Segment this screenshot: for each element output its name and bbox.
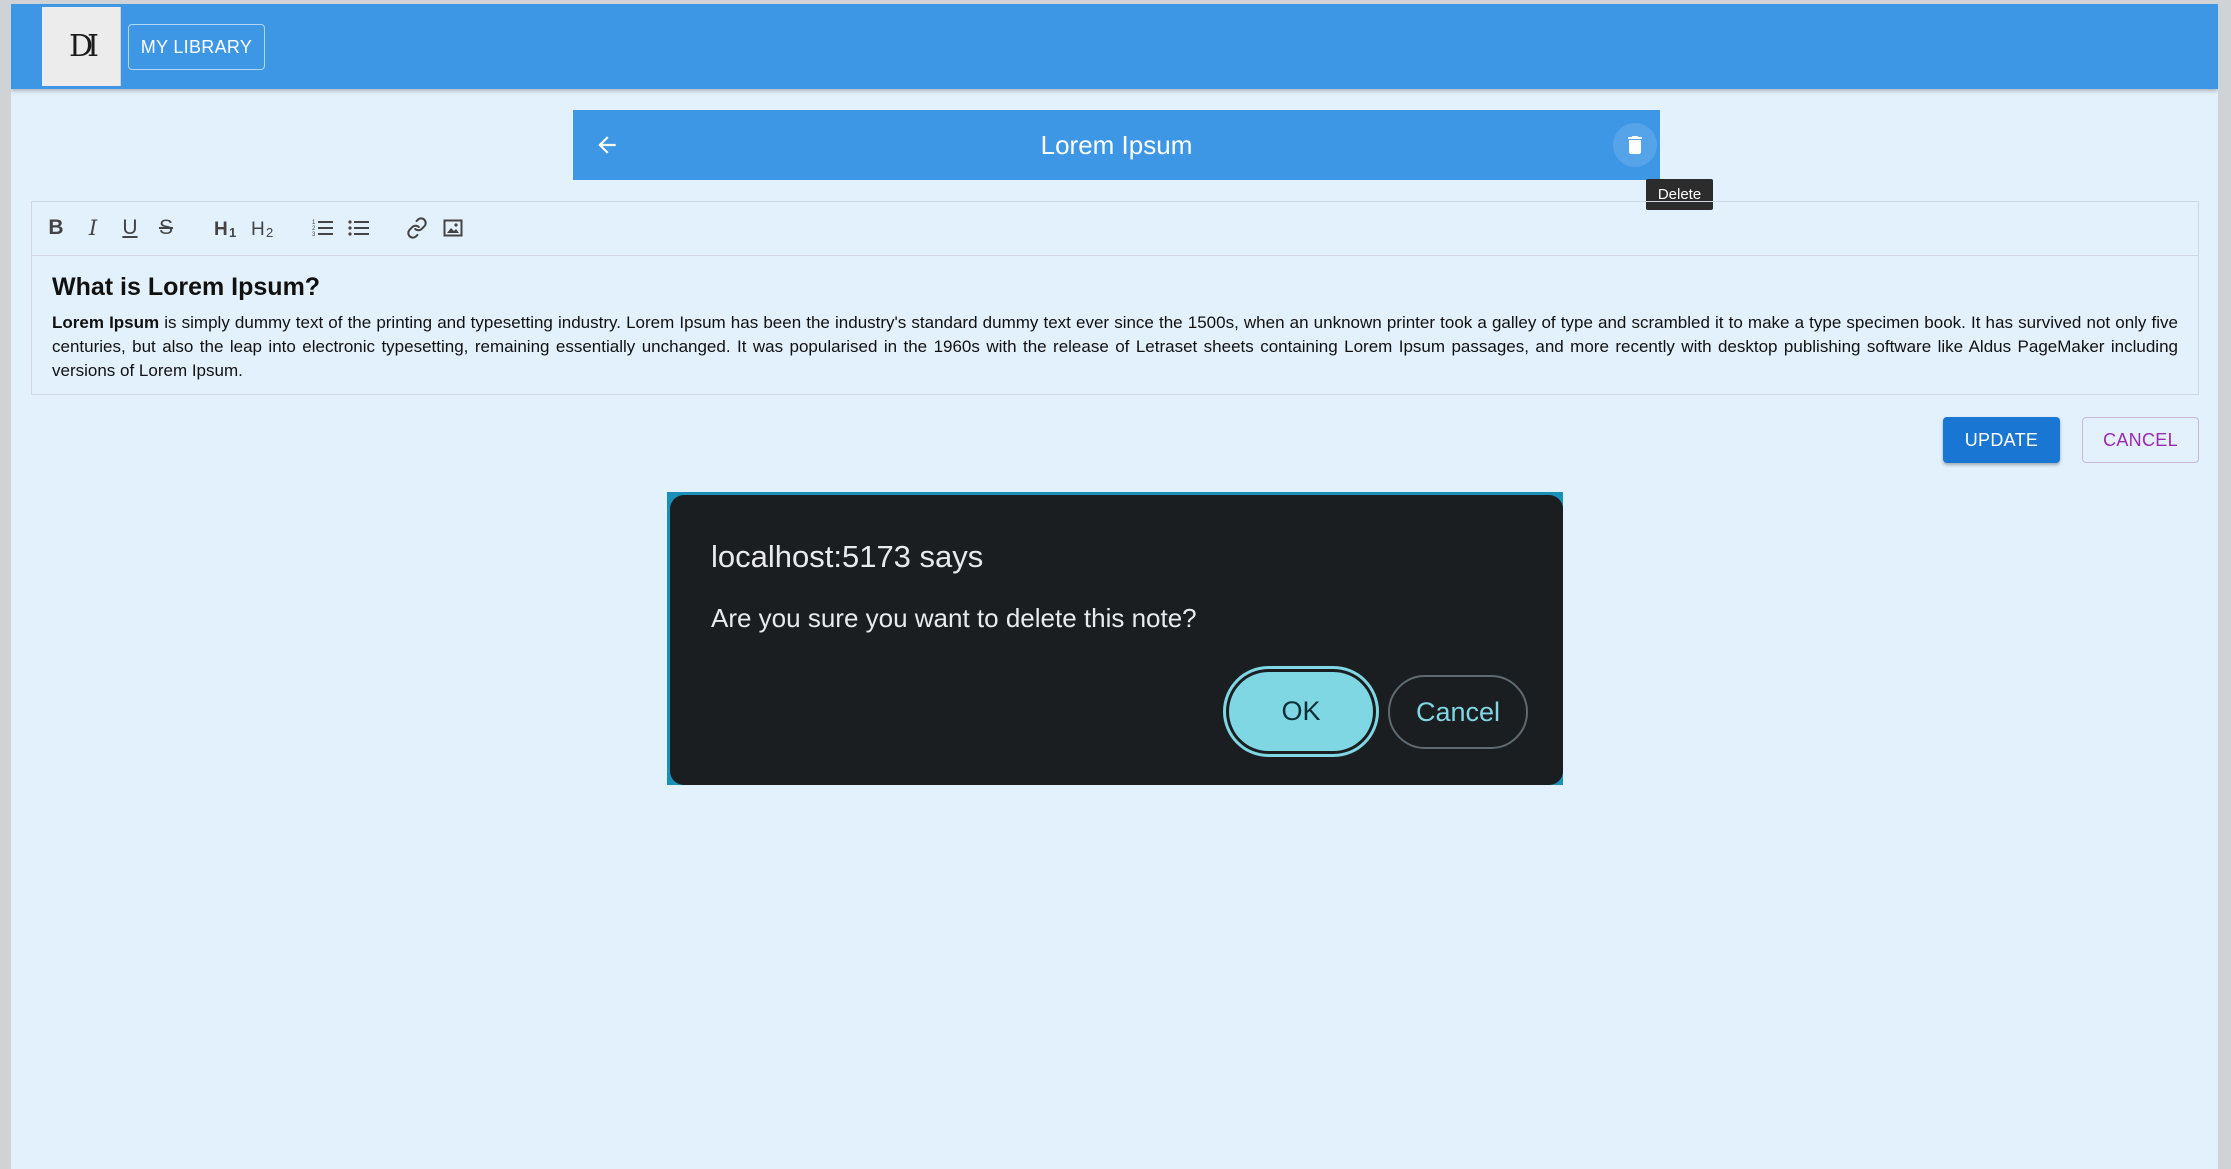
- strikethrough-button[interactable]: S: [152, 214, 180, 242]
- confirm-dialog: localhost:5173 says Are you sure you wan…: [670, 495, 1563, 785]
- delete-button[interactable]: [1613, 123, 1657, 167]
- confirm-dialog-frame: localhost:5173 says Are you sure you wan…: [667, 492, 1563, 785]
- link-icon: [407, 217, 427, 239]
- strikethrough-icon: S: [158, 216, 173, 239]
- arrow-left-icon: [598, 136, 616, 154]
- note-body-text: is simply dummy text of the printing and…: [52, 313, 2178, 380]
- trash-icon: [1628, 136, 1642, 154]
- link-button[interactable]: [403, 214, 431, 242]
- heading-1-icon: H 1: [214, 219, 236, 239]
- bullet-list-button[interactable]: [345, 214, 373, 242]
- note-body: Lorem Ipsum is simply dummy text of the …: [52, 311, 2178, 383]
- app-window: DI MY LIBRARY Lorem Ipsum Delete B I U S…: [11, 4, 2218, 1169]
- top-bar: DI MY LIBRARY: [11, 4, 2218, 89]
- dialog-ok-button[interactable]: OK: [1229, 672, 1373, 751]
- dialog-cancel-button[interactable]: Cancel: [1388, 675, 1528, 749]
- image-button[interactable]: [439, 214, 467, 242]
- heading-1-button[interactable]: H 1: [213, 214, 241, 242]
- bold-button[interactable]: B: [42, 214, 70, 242]
- update-button[interactable]: UPDATE: [1943, 417, 2060, 463]
- underline-icon: U: [122, 216, 138, 239]
- svg-text:1: 1: [229, 225, 236, 239]
- editor-toolbar: B I U S H 1 H 2 1 2 3: [32, 202, 2198, 256]
- svg-text:H: H: [251, 219, 265, 239]
- editor-content[interactable]: What is Lorem Ipsum? Lorem Ipsum is simp…: [52, 273, 2178, 383]
- rich-text-editor: B I U S H 1 H 2 1 2 3 What is Lorem Ipsu…: [31, 201, 2199, 395]
- underline-button[interactable]: U: [116, 214, 144, 242]
- dialog-title: localhost:5173 says: [711, 539, 984, 574]
- bold-icon: B: [48, 216, 64, 239]
- note-heading: What is Lorem Ipsum?: [52, 273, 321, 301]
- bullet-list-icon: [348, 220, 369, 236]
- logo-text: DI: [69, 28, 99, 64]
- svg-text:2: 2: [266, 225, 273, 239]
- heading-2-icon: H 2: [251, 219, 273, 239]
- ordered-list-button[interactable]: 1 2 3: [309, 214, 337, 242]
- my-library-button[interactable]: MY LIBRARY: [128, 24, 265, 70]
- italic-button[interactable]: I: [79, 214, 107, 242]
- back-button[interactable]: [583, 121, 631, 169]
- image-icon: [443, 219, 463, 237]
- ordered-list-icon: 1 2 3: [312, 220, 333, 238]
- logo[interactable]: DI: [42, 7, 121, 86]
- note-header: Lorem Ipsum: [573, 110, 1660, 180]
- svg-text:H: H: [214, 219, 228, 239]
- cancel-button[interactable]: CANCEL: [2082, 417, 2199, 463]
- italic-icon: I: [88, 216, 98, 240]
- heading-2-button[interactable]: H 2: [250, 214, 278, 242]
- note-title: Lorem Ipsum: [1040, 129, 1193, 160]
- note-body-bold: Lorem Ipsum: [52, 313, 160, 332]
- svg-text:3: 3: [312, 232, 316, 238]
- dialog-message: Are you sure you want to delete this not…: [711, 603, 1197, 633]
